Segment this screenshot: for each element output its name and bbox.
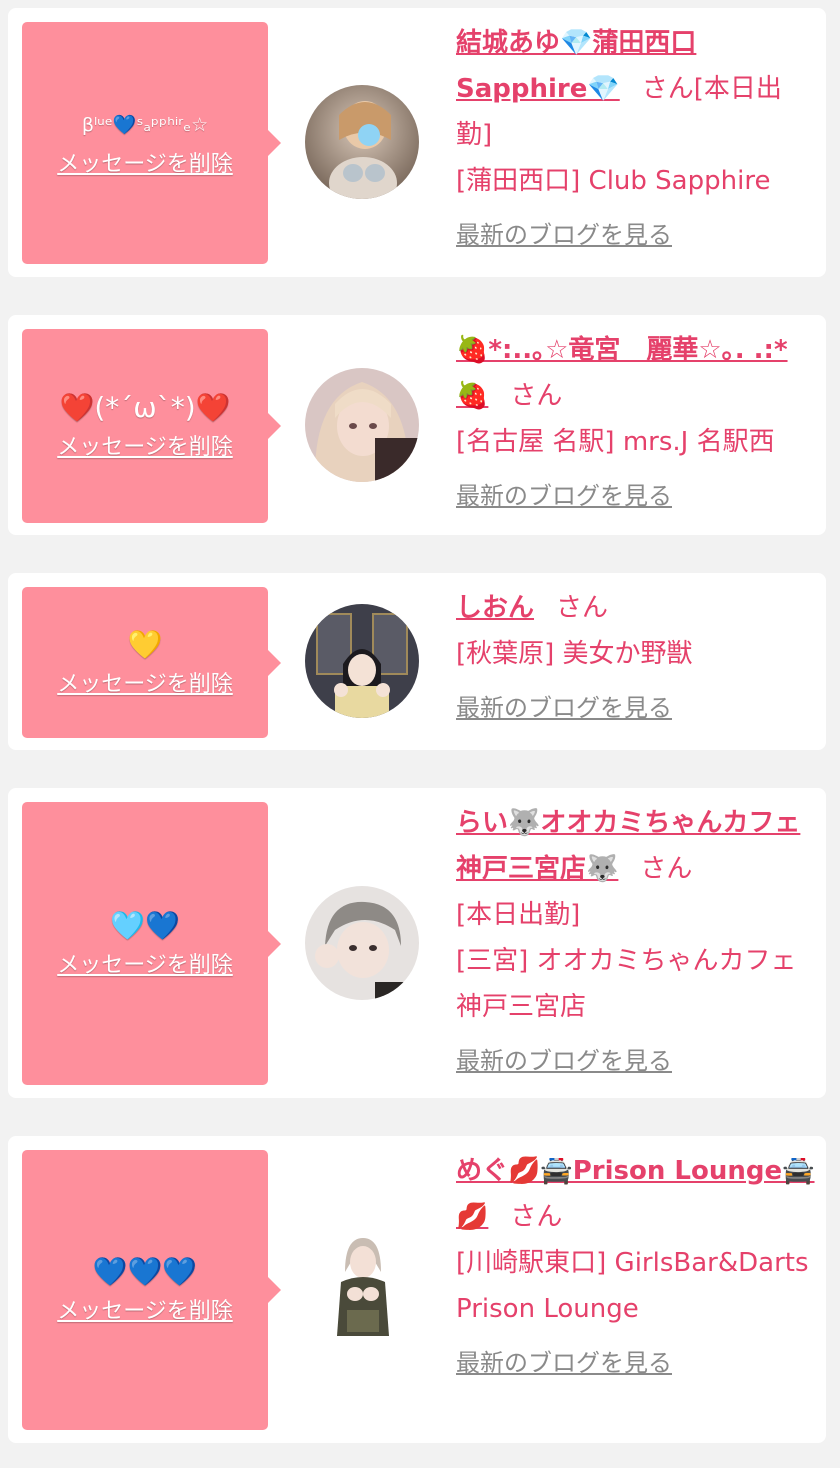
shop-name: [川崎駅東口] GirlsBar&Darts Prison Lounge (456, 1248, 809, 1324)
favorite-cast-list: βˡᵘᵉ💙ˢₐᵖᵖʰⁱʳₑ☆ メッセージを削除 結城あゆ💎蒲田西口Sapphir… (0, 0, 840, 1468)
bubble-tail (268, 413, 281, 439)
delete-message-link[interactable]: メッセージを削除 (57, 1293, 233, 1325)
cast-avatar[interactable] (305, 85, 419, 199)
cast-card: 💛 メッセージを削除 しおん さん [秋葉原] 美女か野獣 最新のブログを見る (8, 573, 826, 750)
cast-card: ❤️(*´ω`*)❤️ メッセージを削除 🍓*:..｡☆竜宮 麗華☆｡. .:*… (8, 315, 826, 535)
shop-name: [秋葉原] 美女か野獣 (456, 639, 693, 669)
message-bubble: 💙💙💙 メッセージを削除 (22, 1150, 281, 1430)
bubble-tail (268, 1277, 281, 1303)
cast-name-link[interactable]: しおん (456, 593, 534, 623)
cast-info: らい🐺オオカミちゃんカフェ神戸三宮店🐺 さん [本日出勤] [三宮] オオカミちゃ… (456, 800, 816, 1084)
message-text: 💛 (127, 627, 163, 661)
message-text: 💙💙💙 (92, 1255, 198, 1288)
shop-name: [三宮] オオカミちゃんカフェ神戸三宮店 (456, 946, 797, 1022)
shop-name: [蒲田西口] Club Sapphire (456, 166, 771, 196)
message-text: ❤️(*´ω`*)❤️ (59, 391, 231, 424)
latest-blog-link[interactable]: 最新のブログを見る (456, 212, 816, 258)
message-bubble: βˡᵘᵉ💙ˢₐᵖᵖʰⁱʳₑ☆ メッセージを削除 (22, 22, 281, 264)
latest-blog-link[interactable]: 最新のブログを見る (456, 1038, 816, 1084)
message-bubble: ❤️(*´ω`*)❤️ メッセージを削除 (22, 329, 281, 523)
latest-blog-link[interactable]: 最新のブログを見る (456, 685, 816, 731)
latest-blog-link[interactable]: 最新のブログを見る (456, 473, 816, 519)
honorific: さん (641, 74, 694, 104)
cast-avatar[interactable] (305, 886, 419, 1000)
delete-message-link[interactable]: メッセージを削除 (57, 666, 233, 698)
shop-name: [名古屋 名駅] mrs.J 名駅西 (456, 427, 775, 457)
honorific: さん (510, 381, 563, 411)
delete-message-link[interactable]: メッセージを削除 (57, 947, 233, 979)
cast-card: βˡᵘᵉ💙ˢₐᵖᵖʰⁱʳₑ☆ メッセージを削除 結城あゆ💎蒲田西口Sapphir… (8, 8, 826, 277)
delete-message-link[interactable]: メッセージを削除 (57, 146, 233, 178)
honorific: さん (640, 854, 693, 884)
cast-info: 🍓*:..｡☆竜宮 麗華☆｡. .:*🍓 さん [名古屋 名駅] mrs.J 名駅… (456, 327, 816, 519)
cast-avatar[interactable] (305, 604, 419, 718)
honorific: さん (510, 1202, 563, 1232)
cast-avatar[interactable] (305, 368, 419, 482)
bubble-tail (268, 130, 281, 156)
cast-card: 🩵💙 メッセージを削除 らい🐺オオカミちゃんカフェ神戸三宮店🐺 さん [本日出勤]… (8, 788, 826, 1098)
message-bubble: 💛 メッセージを削除 (22, 587, 281, 738)
cast-avatar[interactable] (305, 1232, 419, 1346)
delete-message-link[interactable]: メッセージを削除 (57, 429, 233, 461)
cast-name-link[interactable]: らい🐺オオカミちゃんカフェ神戸三宮店🐺 (456, 808, 800, 884)
cast-info: めぐ💋🚔Prison Lounge🚔💋 さん [川崎駅東口] GirlsBar&D… (456, 1148, 816, 1386)
cast-card: 💙💙💙 メッセージを削除 めぐ💋🚔Prison Lounge🚔💋 さん [川崎駅東… (8, 1136, 826, 1443)
cast-info: 結城あゆ💎蒲田西口Sapphire💎 さん[本日出勤] [蒲田西口] Club S… (456, 20, 816, 258)
bubble-tail (268, 649, 281, 676)
honorific: さん (556, 593, 609, 623)
cast-name-link[interactable]: 🍓*:..｡☆竜宮 麗華☆｡. .:*🍓 (456, 335, 788, 411)
message-text: 🩵💙 (110, 908, 180, 942)
bubble-tail (268, 930, 281, 957)
message-bubble: 🩵💙 メッセージを削除 (22, 802, 281, 1085)
work-status: [本日出勤] (456, 900, 581, 930)
message-text: βˡᵘᵉ💙ˢₐᵖᵖʰⁱʳₑ☆ (81, 114, 209, 136)
latest-blog-link[interactable]: 最新のブログを見る (456, 1340, 816, 1386)
cast-info: しおん さん [秋葉原] 美女か野獣 最新のブログを見る (456, 585, 816, 731)
